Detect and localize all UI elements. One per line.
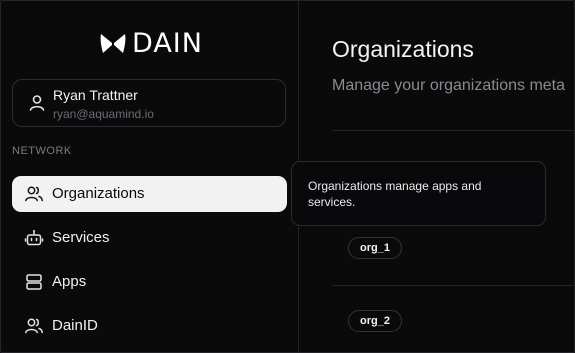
users-icon	[25, 186, 43, 202]
logo-text: DAIN	[132, 28, 203, 59]
org-badge[interactable]: org_2	[348, 310, 402, 332]
user-icon	[29, 95, 45, 111]
users-icon	[25, 318, 43, 334]
divider	[332, 285, 575, 286]
user-email: ryan@aquamind.io	[53, 107, 154, 121]
sidebar-item-label: Services	[52, 229, 110, 246]
dain-logo[interactable]: DAIN	[100, 30, 203, 58]
sidebar-item-apps[interactable]: Apps	[12, 264, 287, 300]
page-subtitle: Manage your organizations meta	[332, 77, 566, 94]
org-badge[interactable]: org_1	[348, 237, 402, 259]
sidebar-item-organizations[interactable]: Organizations	[12, 176, 287, 212]
sidebar-item-dainid[interactable]: DainID	[12, 308, 287, 344]
butterfly-logo-icon	[100, 34, 126, 53]
page-title: Organizations	[332, 36, 474, 62]
tooltip: Organizations manage apps and services.	[291, 161, 546, 226]
sidebar: DAIN Ryan Trattner ryan@aquamind.io NETW…	[0, 0, 299, 353]
sidebar-item-label: Apps	[52, 273, 87, 290]
sidebar-item-services[interactable]: Services	[12, 220, 287, 256]
user-name: Ryan Trattner	[53, 87, 138, 103]
section-label-network: NETWORK	[12, 145, 72, 157]
server-icon	[26, 274, 42, 290]
divider	[332, 130, 575, 131]
sidebar-item-label: DainID	[52, 317, 98, 334]
sidebar-item-label: Organizations	[52, 185, 145, 202]
user-card[interactable]: Ryan Trattner ryan@aquamind.io	[12, 79, 286, 127]
robot-icon	[24, 230, 44, 246]
